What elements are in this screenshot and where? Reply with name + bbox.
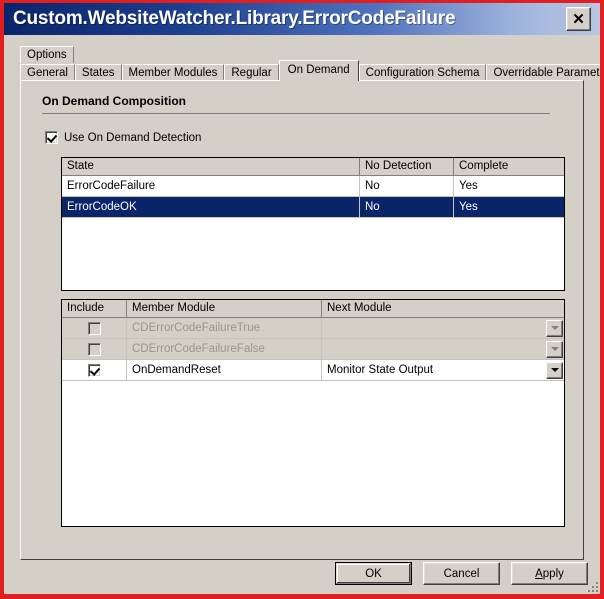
capture-border-right (600, 0, 604, 599)
column-header-next-module[interactable]: Next Module (322, 300, 564, 317)
table-row[interactable]: OnDemandReset Monitor State Output (62, 360, 564, 381)
cell-next-module (322, 339, 564, 359)
tab-on-demand[interactable]: On Demand (278, 60, 359, 81)
checkbox-icon (45, 131, 58, 144)
cell-complete: Yes (459, 201, 478, 213)
modules-grid-header: Include Member Module Next Module (62, 300, 564, 318)
member-modules-grid[interactable]: Include Member Module Next Module CDErro… (61, 299, 565, 527)
cell-member-module: CDErrorCodeFailureTrue (127, 318, 322, 338)
tab-states[interactable]: States (74, 64, 122, 81)
tab-page-on-demand: On Demand Composition Use On Demand Dete… (20, 80, 584, 560)
tab-states-label: States (81, 67, 115, 79)
screenshot-root: Custom.WebsiteWatcher.Library.ErrorCodeF… (0, 0, 604, 599)
tab-overridable-parameters[interactable]: Overridable Parameters (486, 64, 604, 81)
cell-include[interactable] (62, 360, 127, 380)
checkbox-icon (87, 321, 101, 335)
cell-member-module: OnDemandReset (127, 360, 322, 380)
table-row[interactable]: ErrorCodeOK No Yes (62, 197, 564, 218)
cell-state: ErrorCodeOK (62, 197, 360, 217)
table-row: CDErrorCodeFailureTrue (62, 318, 564, 339)
page-title: On Demand Composition (42, 94, 186, 108)
close-icon: ✕ (572, 10, 585, 28)
section-divider (42, 113, 550, 114)
cell-member-module: CDErrorCodeFailureFalse (127, 339, 322, 359)
capture-border-bottom (0, 594, 604, 599)
capture-border-left (0, 0, 4, 599)
column-header-member-module[interactable]: Member Module (127, 300, 322, 317)
cancel-button-label: Cancel (443, 567, 480, 580)
cell-complete: Yes (459, 180, 478, 192)
chevron-down-icon (546, 319, 563, 337)
tab-configuration-schema-label: Configuration Schema (365, 67, 480, 79)
tab-strip-row-2: General States Member Modules Regular On… (20, 60, 604, 81)
cell-no-detection: No (360, 176, 454, 196)
dialog-window: Custom.WebsiteWatcher.Library.ErrorCodeF… (4, 3, 604, 594)
tab-member-modules-label: Member Modules (128, 67, 218, 79)
tab-on-demand-label: On Demand (287, 64, 350, 76)
apply-button-label: pply (542, 567, 564, 580)
tab-general-label: General (27, 67, 68, 79)
cell-next-module (322, 318, 564, 338)
cancel-button[interactable]: Cancel (423, 562, 500, 585)
dialog-client-area: Options General States Member Modules Re… (4, 35, 604, 594)
column-header-include[interactable]: Include (62, 300, 127, 317)
tab-strip-row-1: Options (20, 45, 74, 63)
capture-border-top (0, 0, 604, 3)
column-header-complete[interactable]: Complete (454, 158, 564, 175)
checkbox-icon (87, 342, 101, 356)
tab-general[interactable]: General (20, 64, 75, 81)
tab-configuration-schema[interactable]: Configuration Schema (358, 64, 487, 81)
column-header-state[interactable]: State (62, 158, 360, 175)
tab-overridable-parameters-label: Overridable Parameters (493, 67, 604, 79)
title-bar: Custom.WebsiteWatcher.Library.ErrorCodeF… (4, 3, 600, 35)
apply-button[interactable]: Apply (511, 562, 588, 585)
table-row[interactable]: ErrorCodeFailure No Yes (62, 176, 564, 197)
checkbox-icon[interactable] (87, 363, 101, 377)
states-grid[interactable]: State No Detection Complete ErrorCodeFai… (61, 157, 565, 291)
cell-include (62, 339, 127, 359)
column-header-no-detection[interactable]: No Detection (360, 158, 454, 175)
apply-button-accelerator: A (535, 567, 543, 580)
resize-grip[interactable] (584, 578, 598, 592)
tab-regular[interactable]: Regular (224, 64, 279, 81)
tab-regular-label: Regular (231, 67, 272, 79)
window-title: Custom.WebsiteWatcher.Library.ErrorCodeF… (13, 8, 456, 29)
tab-options-label: Options (27, 49, 67, 61)
use-on-demand-detection-checkbox[interactable]: Use On Demand Detection (45, 131, 201, 144)
tab-options[interactable]: Options (20, 46, 74, 63)
use-on-demand-detection-label: Use On Demand Detection (64, 131, 202, 144)
cell-next-module[interactable]: Monitor State Output (322, 360, 564, 380)
close-button[interactable]: ✕ (566, 7, 591, 31)
chevron-down-icon[interactable] (546, 361, 563, 379)
cell-include (62, 318, 127, 338)
ok-button-label: OK (365, 567, 382, 580)
tab-member-modules[interactable]: Member Modules (121, 64, 225, 81)
table-row: CDErrorCodeFailureFalse (62, 339, 564, 360)
cell-no-detection: No (360, 197, 454, 217)
states-grid-header: State No Detection Complete (62, 158, 564, 176)
ok-button[interactable]: OK (335, 562, 412, 585)
chevron-down-icon (546, 340, 563, 358)
next-module-value: Monitor State Output (327, 364, 434, 376)
cell-state: ErrorCodeFailure (62, 176, 360, 196)
